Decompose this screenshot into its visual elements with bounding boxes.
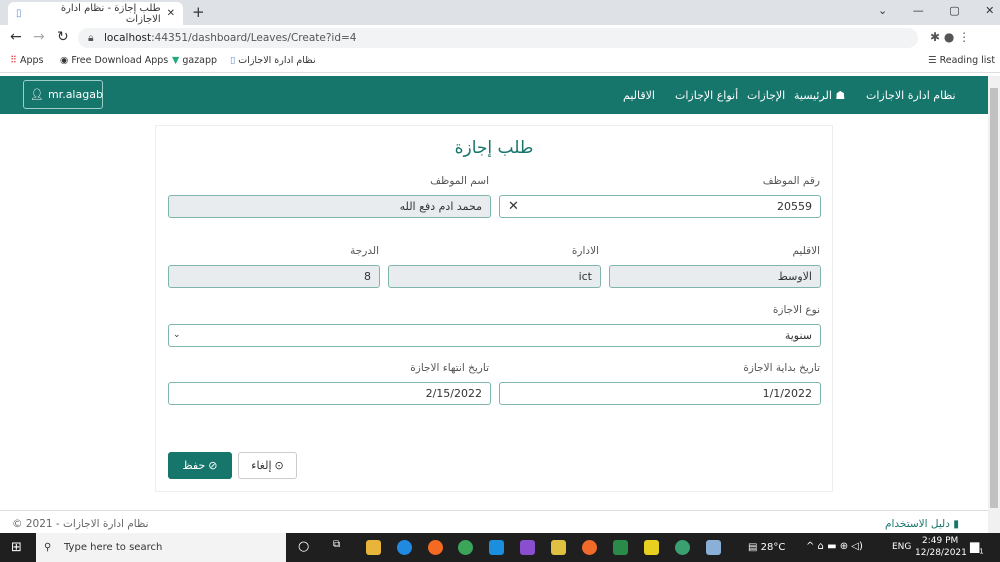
postman-icon[interactable] — [582, 540, 597, 555]
start-date-input[interactable]: 1/1/2022 — [499, 382, 821, 405]
end-date-input[interactable]: 2/15/2022 — [168, 382, 491, 405]
weather[interactable]: ▤ 28°C — [748, 542, 785, 553]
window-controls[interactable]: ⌄ — ▢ ✕ — [878, 4, 994, 17]
page-icon: ▯ — [16, 8, 22, 19]
visual-studio-icon[interactable] — [520, 540, 535, 555]
user-icon: 👤︎ — [30, 88, 44, 101]
chrome-icon[interactable] — [458, 540, 473, 555]
app-icon[interactable] — [551, 540, 566, 555]
firefox-icon[interactable] — [428, 540, 443, 555]
user-guide-link[interactable]: ▮ دليل الاستخدام — [885, 518, 959, 530]
grade-input[interactable]: 8 — [168, 265, 380, 288]
back-icon[interactable]: ← — [10, 29, 22, 45]
address-bar-row: ← → ↻ 🔒︎ localhost:44351/dashboard/Leave… — [0, 25, 1000, 51]
end-date-label: تاريخ انتهاء الاجازة — [410, 362, 489, 374]
book-icon: ▮ — [953, 518, 960, 530]
language[interactable]: ENG — [892, 542, 911, 552]
reload-icon[interactable]: ↻ — [57, 29, 69, 45]
page-scrollbar[interactable] — [988, 76, 1000, 533]
nav-regions[interactable]: الاقاليم — [623, 89, 655, 102]
leave-type-select[interactable]: سنوية ⌄ — [168, 324, 821, 347]
browser-tab-bar: ▯ طلب إجازة - نظام ادارة الاجازات ✕ + ⌄ … — [0, 0, 1000, 25]
department-label: الادارة — [571, 245, 599, 257]
bookmark-gazapp[interactable]: ▼ gazapp — [172, 55, 217, 66]
chevron-down-icon: ⌄ — [173, 330, 181, 340]
region-label: الاقليم — [792, 245, 820, 257]
nav-leave-types[interactable]: أنواع الإجازات — [675, 89, 738, 102]
windows-start-icon[interactable]: ⊞ — [11, 540, 22, 555]
form-title: طلب إجازة — [454, 138, 534, 158]
employee-name-input[interactable]: محمد ادم دفع الله — [168, 195, 491, 218]
copyright: © 2021 - نظام ادارة الاجازات — [12, 518, 149, 530]
lock-icon: 🔒︎ — [88, 32, 94, 44]
nav-leaves[interactable]: الإجازات — [747, 89, 785, 102]
cancel-button[interactable]: ⊙ إلغاء — [238, 452, 297, 479]
employee-number-label: رقم الموظف — [762, 175, 820, 187]
clock-time[interactable]: 2:49 PM — [922, 536, 958, 546]
excel-icon[interactable] — [613, 540, 628, 555]
task-view-icon[interactable]: ⧉ — [333, 539, 340, 550]
leave-type-label: نوع الاجازة — [772, 304, 820, 316]
region-input[interactable]: الاوسط — [609, 265, 821, 288]
sticky-notes-icon[interactable] — [644, 540, 659, 555]
page-icon: ▯ — [230, 55, 236, 66]
close-tab-icon[interactable]: ✕ — [167, 8, 175, 19]
page-footer: © 2021 - نظام ادارة الاجازات ▮ دليل الاس… — [0, 510, 988, 533]
new-tab-button[interactable]: + — [192, 3, 205, 21]
grade-label: الدرجة — [350, 245, 379, 257]
leave-request-form: طلب إجازة رقم الموظف 20559 ✕ اسم الموظف … — [155, 125, 833, 492]
apps-icon: ⠿ — [10, 55, 17, 66]
extensions-icons[interactable]: ✱ ● ⋮ — [930, 30, 970, 44]
start-date-label: تاريخ بداية الاجازة — [743, 362, 820, 374]
employee-name-label: اسم الموظف — [430, 175, 489, 187]
edge-icon[interactable] — [397, 540, 412, 555]
paint-icon[interactable] — [706, 540, 721, 555]
bookmark-free-download[interactable]: ◉ Free Download Apps — [60, 55, 168, 66]
employee-number-input[interactable]: 20559 ✕ — [499, 195, 821, 218]
home-icon: ☗ — [835, 89, 846, 102]
check-circle-icon: ⊘ — [208, 459, 218, 472]
search-icon: ⚲ — [44, 542, 52, 553]
browser-tab[interactable]: ▯ طلب إجازة - نظام ادارة الاجازات ✕ — [8, 2, 183, 25]
file-explorer-icon[interactable] — [366, 540, 381, 555]
nav-brand[interactable]: نظام ادارة الاجازات — [866, 89, 956, 102]
forward-icon[interactable]: → — [33, 29, 45, 45]
cortana-icon[interactable]: ○ — [298, 539, 309, 554]
department-input[interactable]: ict — [388, 265, 601, 288]
tray-icons[interactable]: ^ ⌂ ▬ ⊕ ◁) — [806, 541, 863, 552]
reading-list-icon: ☰ — [928, 55, 937, 66]
arrow-circle-icon: ⊙ — [274, 459, 284, 472]
user-button[interactable]: 👤︎ mr.alagab — [23, 80, 103, 109]
app2-icon[interactable] — [675, 540, 690, 555]
weather-icon: ▤ — [748, 542, 758, 553]
save-button[interactable]: ⊘ حفظ — [168, 452, 232, 479]
bookmark-apps[interactable]: ⠿ Apps — [10, 55, 44, 66]
top-navbar: نظام ادارة الاجازات ☗ الرئيسية الإجازات … — [0, 76, 988, 114]
reading-list[interactable]: ☰ Reading list — [928, 55, 995, 66]
clock-date[interactable]: 12/28/2021 — [915, 548, 967, 558]
clear-icon[interactable]: ✕ — [508, 196, 519, 217]
nav-home[interactable]: ☗ الرئيسية — [794, 89, 845, 102]
bookmark-leaves-system[interactable]: ▯ نظام ادارة الاجازات — [230, 55, 316, 66]
notifications-icon[interactable]: ▆1 — [970, 539, 984, 555]
vue-icon: ▼ — [172, 55, 180, 66]
windows-taskbar: ⊞ ⚲ Type here to search ○ ⧉ ▤ 28°C ^ ⌂ ▬ … — [0, 533, 1000, 562]
taskbar-search[interactable]: ⚲ Type here to search — [36, 533, 286, 562]
vscode-icon[interactable] — [489, 540, 504, 555]
bookmarks-bar: ⠿ Apps ◉ Free Download Apps ▼ gazapp ▯ ن… — [0, 51, 1000, 73]
scrollbar-thumb[interactable] — [990, 88, 998, 508]
globe-icon: ◉ — [60, 55, 69, 66]
url-input[interactable]: 🔒︎ localhost:44351/dashboard/Leaves/Crea… — [78, 28, 918, 48]
